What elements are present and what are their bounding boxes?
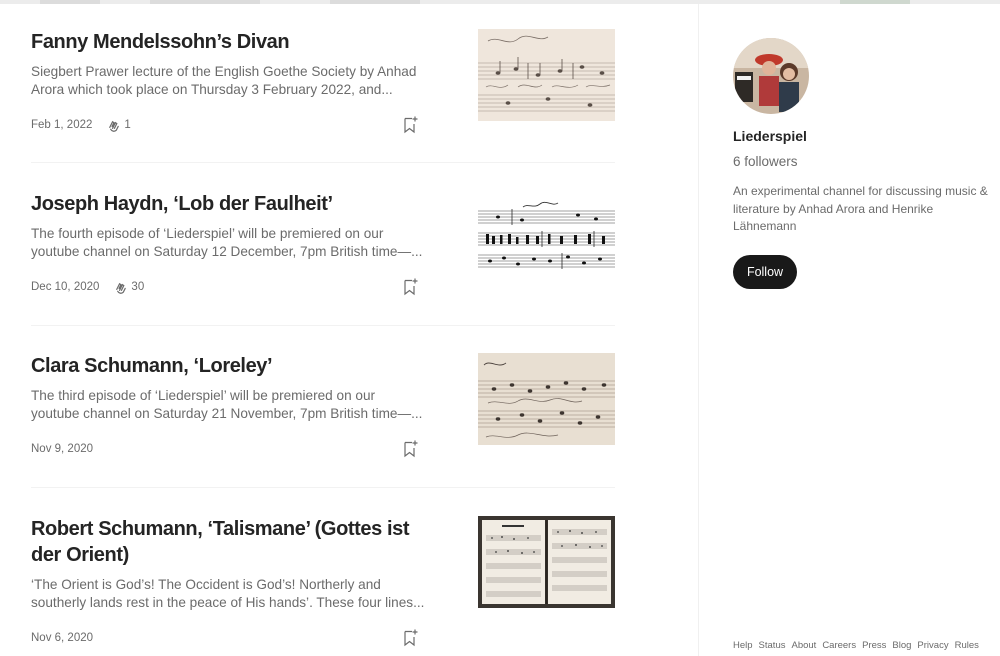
footer-link-blog[interactable]: Blog <box>892 640 911 651</box>
post-thumbnail[interactable] <box>478 516 615 608</box>
clap-number: 1 <box>124 119 131 131</box>
clap-icon <box>109 120 120 132</box>
post-feed: Fanny Mendelssohn’s Divan Siegbert Prawe… <box>0 0 698 656</box>
bookmark-button[interactable] <box>401 115 419 135</box>
follow-button[interactable]: Follow <box>733 255 797 289</box>
post-text[interactable]: Fanny Mendelssohn’s Divan Siegbert Prawe… <box>31 29 426 98</box>
publication-description: An experimental channel for discussing m… <box>733 184 988 233</box>
footer-links: Help Status About Careers Press Blog Pri… <box>733 640 979 651</box>
post-thumbnail[interactable] <box>478 29 615 121</box>
bookmark-button[interactable] <box>401 628 419 648</box>
post-meta: Feb 1, 2022 1 <box>31 117 131 133</box>
post-title[interactable]: Joseph Haydn, ‘Lob der Faulheit’ <box>31 191 426 217</box>
publication-name[interactable]: Liederspiel <box>733 128 807 144</box>
clap-icon <box>116 282 127 294</box>
post-excerpt[interactable]: The third episode of ‘Liederspiel’ will … <box>31 387 426 422</box>
printed-score-image <box>478 191 615 283</box>
post-text[interactable]: Robert Schumann, ‘Talismane’ (Gottes ist… <box>31 516 426 611</box>
footer-link-help[interactable]: Help <box>733 640 753 651</box>
post-title[interactable]: Robert Schumann, ‘Talismane’ (Gottes ist… <box>31 516 426 568</box>
post-title[interactable]: Fanny Mendelssohn’s Divan <box>31 29 426 55</box>
handwritten-score-image <box>478 353 615 445</box>
clap-count: 1 <box>106 118 131 133</box>
post-date: Feb 1, 2022 <box>31 119 93 131</box>
footer-link-press[interactable]: Press <box>862 640 886 651</box>
footer-link-about[interactable]: About <box>791 640 816 651</box>
post-meta: Nov 6, 2020 <box>31 630 93 646</box>
open-score-book-image <box>478 516 615 608</box>
bookmark-add-icon <box>404 629 418 647</box>
avatar-photo-image <box>733 38 809 114</box>
bookmark-button[interactable] <box>401 277 419 297</box>
post-text[interactable]: Joseph Haydn, ‘Lob der Faulheit’ The fou… <box>31 191 426 260</box>
post-excerpt[interactable]: ‘The Orient is God’s! The Occident is Go… <box>31 576 426 611</box>
post-divider <box>31 325 615 326</box>
post-divider <box>31 487 615 488</box>
footer-link-privacy[interactable]: Privacy <box>917 640 948 651</box>
post-date: Nov 6, 2020 <box>31 632 94 644</box>
footer-link-rules[interactable]: Rules <box>955 640 979 651</box>
post-divider <box>31 162 615 163</box>
post-date: Dec 10, 2020 <box>31 281 100 293</box>
clap-count: 30 <box>113 280 144 295</box>
publication-sidebar: Liederspiel 6 followers An experimental … <box>733 0 1000 656</box>
post-title[interactable]: Clara Schumann, ‘Loreley’ <box>31 353 426 379</box>
manuscript-score-image <box>478 29 615 121</box>
footer-link-careers[interactable]: Careers <box>822 640 856 651</box>
bookmark-button[interactable] <box>401 439 419 459</box>
clap-number: 30 <box>131 281 145 293</box>
post-meta: Nov 9, 2020 <box>31 441 93 457</box>
bookmark-add-icon <box>404 116 418 134</box>
publication-avatar[interactable] <box>733 38 809 114</box>
follower-count[interactable]: 6 followers <box>733 154 798 169</box>
column-divider <box>698 4 699 656</box>
post-text[interactable]: Clara Schumann, ‘Loreley’ The third epis… <box>31 353 426 422</box>
bookmark-add-icon <box>404 278 418 296</box>
post-meta: Dec 10, 2020 30 <box>31 279 144 295</box>
post-thumbnail[interactable] <box>478 191 615 283</box>
post-thumbnail[interactable] <box>478 353 615 445</box>
bookmark-add-icon <box>404 440 418 458</box>
footer-link-status[interactable]: Status <box>759 640 786 651</box>
post-excerpt[interactable]: Siegbert Prawer lecture of the English G… <box>31 63 426 98</box>
post-date: Nov 9, 2020 <box>31 443 94 455</box>
post-excerpt[interactable]: The fourth episode of ‘Liederspiel’ will… <box>31 225 426 260</box>
